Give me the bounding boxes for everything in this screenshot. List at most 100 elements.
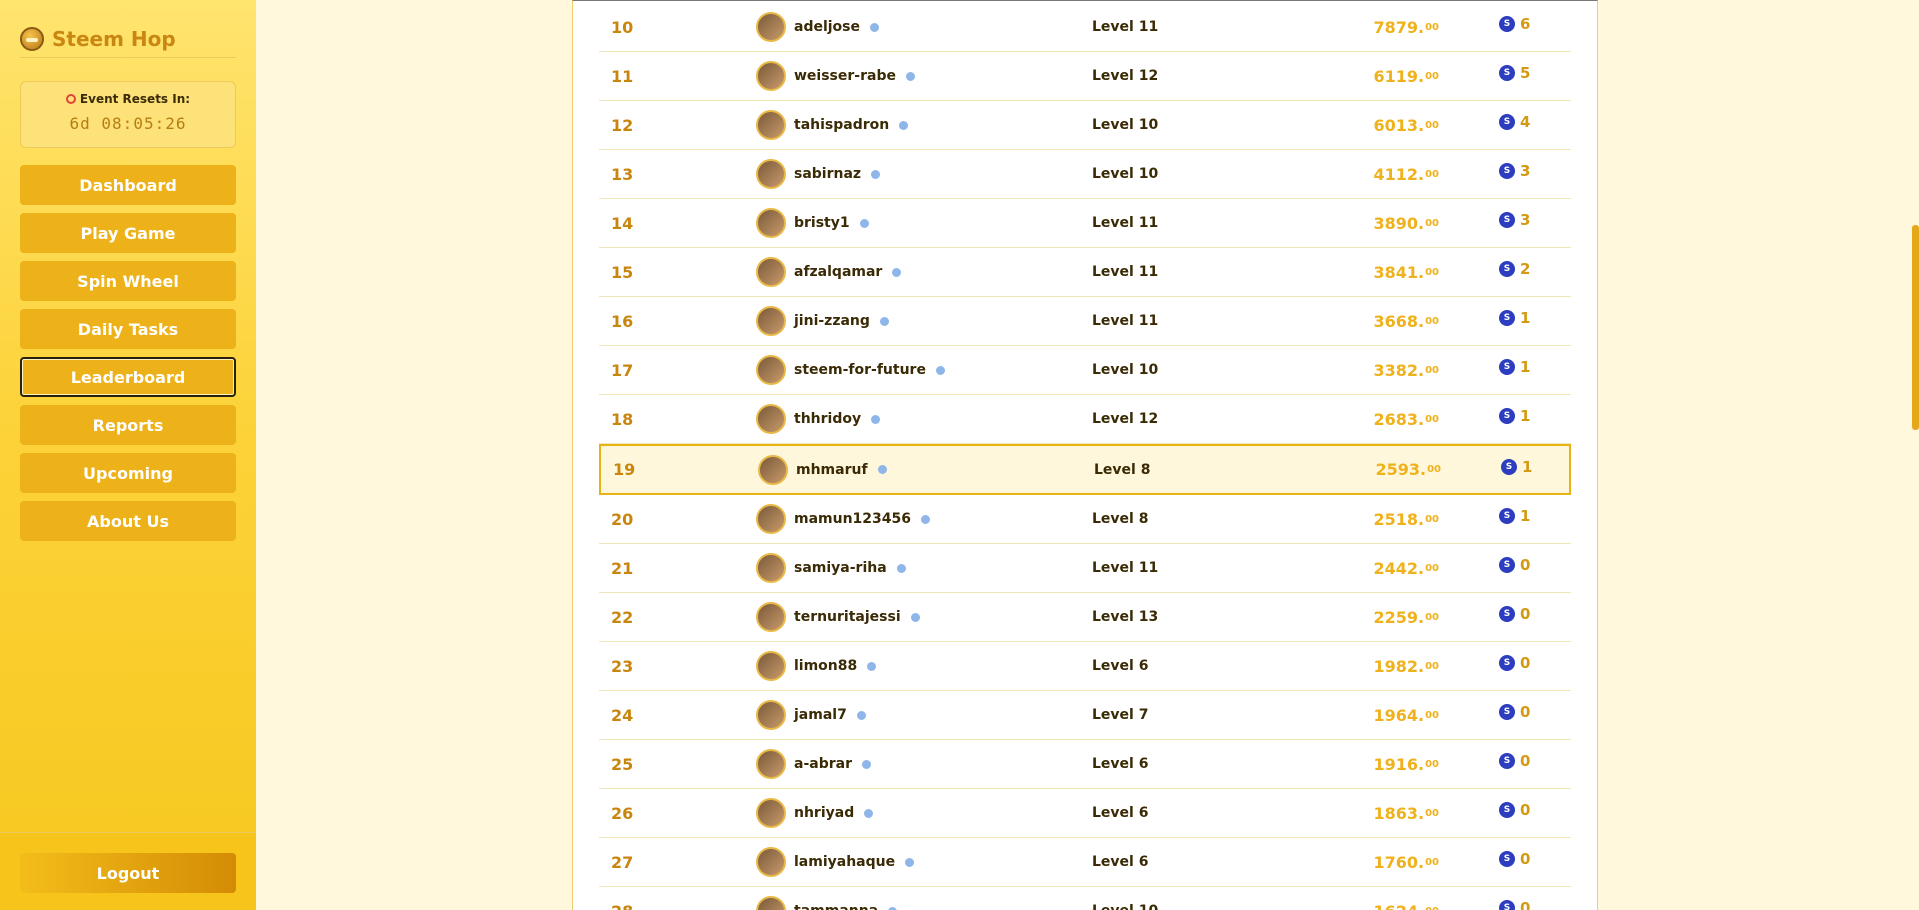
points-cents: 00	[1425, 70, 1439, 82]
reward: S0	[1499, 786, 1549, 834]
user-cell[interactable]: mhmaruf	[758, 446, 887, 493]
points-cents: 00	[1425, 413, 1439, 425]
user-cell[interactable]: afzalqamar	[756, 248, 902, 296]
info-icon[interactable]	[892, 267, 902, 277]
sidebar-item-spin-wheel[interactable]: Spin Wheel	[20, 261, 236, 301]
user-cell[interactable]: adeljose	[756, 3, 880, 51]
username[interactable]: bristy1	[794, 215, 850, 231]
username[interactable]: steem-for-future	[794, 362, 926, 378]
rank: 28	[611, 887, 633, 910]
points: 3382. 00	[1239, 346, 1439, 394]
user-cell[interactable]: nhriyad	[756, 789, 874, 837]
info-icon[interactable]	[879, 316, 889, 326]
table-row: 12 tahispadron Level 10 6013. 00 S 4	[599, 101, 1571, 150]
rank: 16	[611, 311, 634, 331]
username[interactable]: nhriyad	[794, 805, 854, 821]
info-icon[interactable]	[870, 22, 880, 32]
points-cents: 00	[1425, 906, 1439, 910]
reward-value: 0	[1520, 752, 1531, 770]
rank: 21	[611, 558, 634, 578]
user-cell[interactable]: jamal7	[756, 691, 866, 739]
info-icon[interactable]	[877, 465, 887, 474]
username[interactable]: mhmaruf	[796, 462, 868, 478]
sidebar-item-dashboard[interactable]: Dashboard	[20, 165, 236, 205]
username[interactable]: tammanna	[794, 903, 878, 910]
info-icon[interactable]	[888, 906, 898, 910]
username[interactable]: mamun123456	[794, 511, 911, 527]
info-icon[interactable]	[864, 808, 874, 818]
info-icon[interactable]	[856, 710, 866, 720]
username[interactable]: a-abrar	[794, 756, 852, 772]
user-cell[interactable]: samiya-riha	[756, 544, 906, 592]
info-icon[interactable]	[867, 661, 877, 671]
scrollbar-thumb[interactable]	[1912, 225, 1919, 430]
steem-icon: S	[1499, 606, 1515, 622]
user-cell[interactable]: ternuritajessi	[756, 593, 920, 641]
points: 1916. 00	[1239, 740, 1439, 788]
user-cell[interactable]: bristy1	[756, 199, 869, 247]
sidebar-item-about-us[interactable]: About Us	[20, 501, 236, 541]
sidebar-item-reports[interactable]: Reports	[20, 405, 236, 445]
reward: S0	[1499, 688, 1549, 736]
username[interactable]: thhridoy	[794, 411, 861, 427]
info-icon[interactable]	[896, 563, 906, 573]
points-cents: 00	[1425, 364, 1439, 376]
username[interactable]: adeljose	[794, 19, 860, 35]
username[interactable]: afzalqamar	[794, 264, 882, 280]
reward: S0	[1499, 639, 1549, 687]
user-cell[interactable]: lamiyahaque	[756, 838, 915, 886]
user-cell[interactable]: steem-for-future	[756, 346, 945, 394]
user-cell[interactable]: mamun123456	[756, 495, 931, 543]
user-cell[interactable]: jini-zzang	[756, 297, 889, 345]
info-icon[interactable]	[871, 414, 881, 424]
sidebar-item-daily-tasks[interactable]: Daily Tasks	[20, 309, 236, 349]
points: 1863. 00	[1239, 789, 1439, 837]
points-cents: 00	[1427, 464, 1441, 475]
username[interactable]: samiya-riha	[794, 560, 887, 576]
user-cell[interactable]: a-abrar	[756, 740, 871, 788]
sidebar-item-leaderboard[interactable]: Leaderboard	[20, 357, 236, 397]
info-icon[interactable]	[921, 514, 931, 524]
username[interactable]: ternuritajessi	[794, 609, 901, 625]
username[interactable]: limon88	[794, 658, 857, 674]
info-icon[interactable]	[859, 218, 869, 228]
reward: S0	[1499, 737, 1549, 785]
points-cents: 00	[1425, 21, 1439, 33]
username[interactable]: sabirnaz	[794, 166, 861, 182]
points: 2593. 00	[1241, 446, 1441, 493]
user-cell[interactable]: sabirnaz	[756, 150, 881, 198]
table-row: 22 ternuritajessi Level 13 2259. 00 S 0	[599, 593, 1571, 642]
table-row: 14 bristy1 Level 11 3890. 00 S 3	[599, 199, 1571, 248]
user-cell[interactable]: tammanna	[756, 887, 898, 910]
info-icon[interactable]	[910, 612, 920, 622]
table-row: 10 adeljose Level 11 7879. 00 S 6	[599, 3, 1571, 52]
user-cell[interactable]: tahispadron	[756, 101, 909, 149]
steem-icon: S	[1499, 16, 1515, 32]
reward-value: 3	[1520, 162, 1531, 180]
brand[interactable]: Steem Hop	[20, 20, 236, 58]
info-icon[interactable]	[899, 120, 909, 130]
level: Level 10	[1092, 117, 1159, 133]
sidebar-item-play-game[interactable]: Play Game	[20, 213, 236, 253]
info-icon[interactable]	[861, 759, 871, 769]
username[interactable]: weisser-rabe	[794, 68, 896, 84]
points-value: 1863.	[1373, 803, 1425, 823]
username[interactable]: tahispadron	[794, 117, 889, 133]
username[interactable]: jini-zzang	[794, 313, 870, 329]
info-icon[interactable]	[905, 857, 915, 867]
user-cell[interactable]: limon88	[756, 642, 877, 690]
points-value: 2259.	[1373, 607, 1425, 627]
info-icon[interactable]	[871, 169, 881, 179]
user-cell[interactable]: thhridoy	[756, 395, 881, 443]
points: 4112. 00	[1239, 150, 1439, 198]
username[interactable]: lamiyahaque	[794, 854, 895, 870]
info-icon[interactable]	[935, 365, 945, 375]
points-cents: 00	[1425, 217, 1439, 229]
logout-button[interactable]: Logout	[20, 853, 236, 893]
sidebar-item-upcoming[interactable]: Upcoming	[20, 453, 236, 493]
user-cell[interactable]: weisser-rabe	[756, 52, 915, 100]
info-icon[interactable]	[905, 71, 915, 81]
points: 1964. 00	[1239, 691, 1439, 739]
leaderboard-table: 10 adeljose Level 11 7879. 00 S 6 11 weisser-rab…	[599, 3, 1571, 910]
username[interactable]: jamal7	[794, 707, 847, 723]
